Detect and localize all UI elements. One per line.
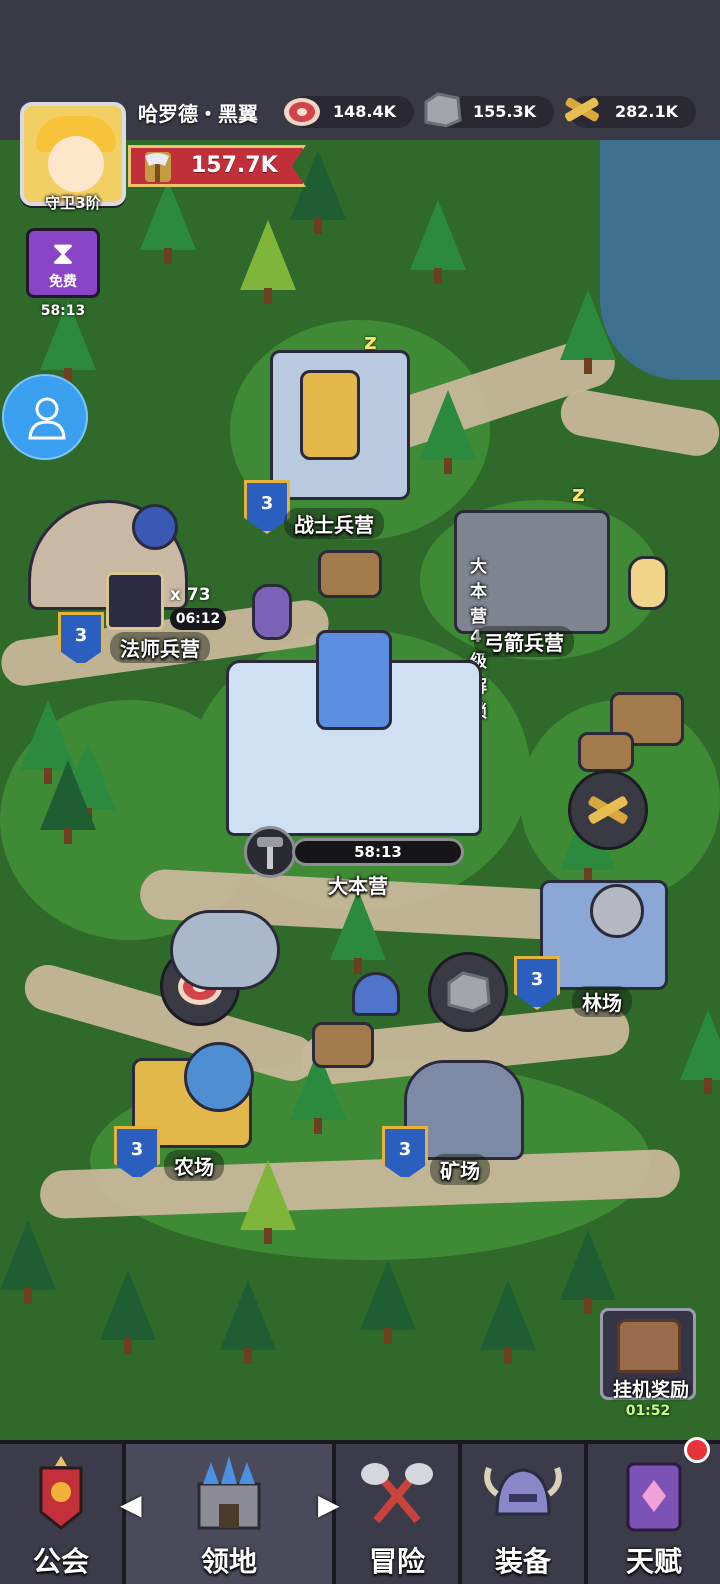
house [578,732,634,772]
player-rank: 守卫3阶 [45,194,101,212]
contact-button[interactable] [2,374,88,460]
warrior-banner [300,370,360,460]
pine-tree [100,1270,156,1354]
stone-resource[interactable]: 155.3K [424,92,554,128]
pine-tree [480,1280,536,1364]
helmet-icon [484,1466,562,1516]
user-icon [28,397,66,440]
mine-label: 矿场 [430,1154,490,1185]
stone-value: 155.3K [472,102,536,121]
pine-tree [410,200,466,284]
mage-training-timer: 06:12 [170,608,226,630]
upgrade-timer: 58:13 [292,838,464,866]
treasure-chest-icon [617,1319,681,1373]
farm-label: 农场 [164,1150,224,1181]
nav-equipment[interactable]: 装备 [462,1444,588,1584]
nav-left-arrow[interactable]: ◀ [120,1488,142,1521]
crossed-axes-icon [361,1463,433,1524]
nav-talent[interactable]: 天赋 [588,1444,720,1584]
house [312,1022,374,1068]
nav-talent-label: 天赋 [625,1545,682,1578]
wood-value: 282.1K [614,102,678,121]
nav-territory[interactable]: 领地 [126,1444,336,1584]
pine-tree [40,760,96,844]
guild-banner-icon [39,1456,83,1530]
pine-tree [330,890,386,974]
fountain [170,910,280,990]
pine-tree [420,390,476,474]
pine-tree [0,1220,56,1304]
mage-orb [132,504,178,550]
free-timer: 58:13 [40,303,86,319]
lake [600,140,720,380]
mushroom-hut [352,972,400,1016]
sleeping-icon: z [572,482,585,507]
stone-icon [424,92,462,128]
pine-tree [560,290,616,374]
idle-reward-label: 挂机奖励 [612,1379,689,1401]
wood-icon [588,796,628,824]
stone-icon [447,971,491,1013]
idle-reward-timer: 01:52 [625,1403,671,1419]
meat-icon [284,98,320,126]
collect-stone-button[interactable] [428,952,508,1032]
hero-character[interactable] [628,556,668,610]
collect-wood-button[interactable] [568,770,648,850]
pine-tree [240,1160,296,1244]
mage-troop-count: x 73 [170,585,211,605]
power-value: 157.7K [191,153,278,178]
nav-equipment-label: 装备 [494,1545,551,1578]
nav-adventure-label: 冒险 [368,1545,425,1578]
axe-icon [145,152,171,182]
archer-barracks-label: 弓箭兵营 [474,626,574,657]
house [318,550,382,598]
mage-unit-card[interactable] [106,572,164,630]
elf-mage-character [252,584,292,640]
free-label: 免费 [49,274,77,290]
hourglass-icon: ⧗ [51,234,75,272]
wood-icon [565,97,599,122]
free-reward-button[interactable]: ⧗ 免费 [26,228,100,298]
pine-tree [360,1260,416,1344]
nav-right-arrow[interactable]: ▶ [318,1488,340,1521]
nav-guild[interactable]: 公会 [0,1444,126,1584]
wood-resource[interactable]: 282.1K [565,96,696,128]
pine-tree [220,1280,276,1364]
avatar-face [48,136,104,192]
player-name: 哈罗德・黑翼 [138,102,258,126]
warrior-barracks-label: 战士兵营 [284,508,384,539]
castle-icon [197,1456,261,1530]
nav-guild-label: 公会 [32,1545,89,1578]
meat-resource[interactable]: 148.4K [284,96,414,128]
lumber-yard-label: 林场 [572,986,632,1017]
windmill [184,1042,254,1112]
talent-book-icon [626,1462,682,1532]
combat-power[interactable]: 157.7K [128,145,306,187]
path [557,386,720,460]
player-avatar[interactable] [20,102,126,206]
nav-territory-label: 领地 [200,1545,257,1578]
bottom-nav: 公会 领地 冒险 装备 天赋 [0,1440,720,1584]
nav-adventure[interactable]: 冒险 [336,1444,462,1584]
idle-reward-button[interactable]: 挂机奖励 [600,1308,696,1401]
main-base-label: 大本营 [328,874,388,898]
pine-tree [680,1010,720,1094]
mage-barracks-label: 法师兵营 [110,632,210,663]
hammer-icon [244,826,296,878]
sleeping-icon: z [364,330,377,355]
pine-tree [560,1230,616,1314]
notification-dot [684,1437,710,1463]
pine-tree [140,180,196,264]
meat-value: 148.4K [332,102,396,121]
main-base-tower [316,630,392,730]
pine-tree [240,220,296,304]
saw-blade [590,884,644,938]
